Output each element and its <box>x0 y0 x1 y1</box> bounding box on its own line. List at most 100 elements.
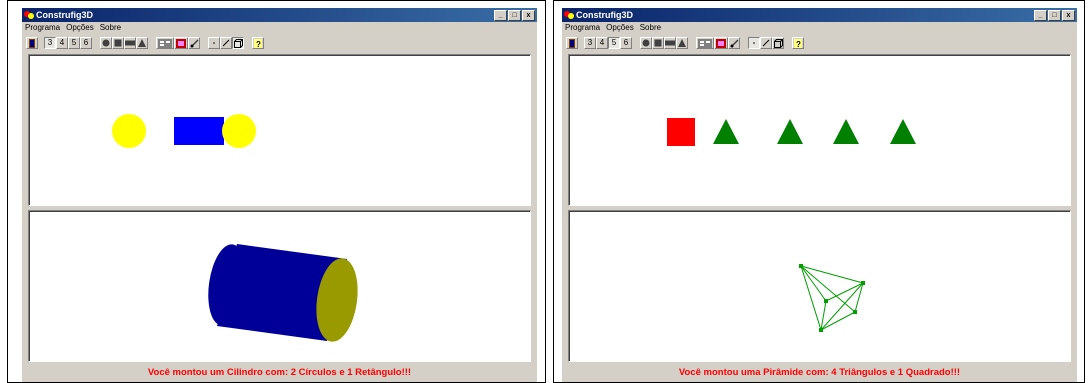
green-triangle[interactable] <box>777 119 803 144</box>
yellow-circle[interactable] <box>112 114 146 148</box>
line-view-button[interactable] <box>760 37 772 49</box>
help-button[interactable]: ? <box>252 37 264 49</box>
rectangle-shape-button[interactable] <box>664 37 676 49</box>
yellow-circle[interactable] <box>222 114 256 148</box>
cube-icon <box>233 38 243 48</box>
door-icon <box>569 38 575 48</box>
triangle-icon <box>678 39 686 47</box>
shapes-panel <box>568 54 1071 206</box>
model-canvas[interactable] <box>29 211 521 361</box>
status-message: Você montou uma Pirâmide com: 4 Triângul… <box>678 367 961 378</box>
cylinder-model <box>208 244 358 342</box>
green-triangle[interactable] <box>890 119 916 144</box>
green-triangle[interactable] <box>713 119 739 144</box>
color-tool-button[interactable] <box>714 37 728 49</box>
menu-opcoes[interactable]: Opções <box>66 22 94 34</box>
triangle-shape-button[interactable] <box>676 37 688 49</box>
cube-icon <box>773 38 783 48</box>
square-icon <box>654 39 662 47</box>
menu-programa[interactable]: Programa <box>25 22 60 34</box>
brush-icon <box>189 38 199 48</box>
blue-rectangle[interactable] <box>174 117 224 145</box>
rectangle-shape-button[interactable] <box>124 37 136 49</box>
svg-text:?: ? <box>256 40 261 48</box>
help-icon: ? <box>254 38 262 48</box>
app-icon <box>564 11 574 19</box>
shapes-canvas[interactable] <box>569 55 1061 205</box>
pyramid-wireframe <box>800 265 864 331</box>
menu-opcoes[interactable]: Opções <box>606 22 634 34</box>
menu-sobre[interactable]: Sobre <box>100 22 121 34</box>
minimize-button[interactable]: _ <box>1034 10 1047 21</box>
line-icon <box>762 39 770 47</box>
sides-3-button[interactable]: 3 <box>44 37 56 49</box>
svg-text:?: ? <box>796 40 801 48</box>
point-view-button[interactable] <box>748 37 760 49</box>
window-title: Construfig3D <box>36 10 93 20</box>
rectangle-icon <box>665 40 675 46</box>
menu-sobre[interactable]: Sobre <box>640 22 661 34</box>
exit-button[interactable] <box>26 37 38 49</box>
app-window-left: Construfig3D _ □ x Programa Opções Sobre… <box>21 7 537 382</box>
sides-6-button[interactable]: 6 <box>80 37 92 49</box>
circle-icon <box>102 39 110 47</box>
close-button[interactable]: x <box>522 10 535 21</box>
green-triangle[interactable] <box>833 119 859 144</box>
solid-view-button[interactable] <box>232 37 244 49</box>
square-icon <box>114 39 122 47</box>
grid-tool-button[interactable] <box>156 37 174 49</box>
status-message: Você montou um Cilindro com: 2 Círculos … <box>147 367 412 378</box>
brush-tool-button[interactable] <box>728 37 740 49</box>
door-icon <box>29 38 35 48</box>
circle-shape-button[interactable] <box>100 37 112 49</box>
window-title: Construfig3D <box>576 10 633 20</box>
maximize-button[interactable]: □ <box>1048 10 1061 21</box>
app-icon <box>24 11 34 19</box>
help-icon: ? <box>794 38 802 48</box>
sides-5-button[interactable]: 5 <box>68 37 80 49</box>
title-bar[interactable]: Construfig3D _ □ x <box>562 8 1077 22</box>
rectangle-icon <box>125 40 135 46</box>
sides-5-button[interactable]: 5 <box>608 37 620 49</box>
line-icon <box>222 39 230 47</box>
triangle-icon <box>138 39 146 47</box>
red-square[interactable] <box>667 118 695 146</box>
line-view-button[interactable] <box>220 37 232 49</box>
sides-6-button[interactable]: 6 <box>620 37 632 49</box>
circle-shape-button[interactable] <box>640 37 652 49</box>
help-button[interactable]: ? <box>792 37 804 49</box>
menu-bar: Programa Opções Sobre <box>22 22 537 34</box>
shapes-canvas[interactable] <box>29 55 521 205</box>
app-window-right: Construfig3D _ □ x Programa Opções Sobre… <box>561 7 1077 382</box>
shapes-panel <box>28 54 531 206</box>
point-view-button[interactable] <box>208 37 220 49</box>
palette-icon <box>716 38 726 48</box>
maximize-button[interactable]: □ <box>508 10 521 21</box>
screenshot-left: Construfig3D _ □ x Programa Opções Sobre… <box>7 0 546 383</box>
grid-tool-button[interactable] <box>696 37 714 49</box>
model-canvas[interactable] <box>569 211 1061 361</box>
minimize-button[interactable]: _ <box>494 10 507 21</box>
menu-programa[interactable]: Programa <box>565 22 600 34</box>
sides-4-button[interactable]: 4 <box>596 37 608 49</box>
menu-bar: Programa Opções Sobre <box>562 22 1077 34</box>
brush-icon <box>729 38 739 48</box>
grid-icon <box>158 38 172 48</box>
exit-button[interactable] <box>566 37 578 49</box>
sides-3-button[interactable]: 3 <box>584 37 596 49</box>
sides-4-button[interactable]: 4 <box>56 37 68 49</box>
model-3d-panel <box>568 210 1071 362</box>
color-tool-button[interactable] <box>174 37 188 49</box>
circle-icon <box>642 39 650 47</box>
grid-icon <box>698 38 712 48</box>
square-shape-button[interactable] <box>652 37 664 49</box>
close-button[interactable]: x <box>1062 10 1075 21</box>
title-bar[interactable]: Construfig3D _ □ x <box>22 8 537 22</box>
square-shape-button[interactable] <box>112 37 124 49</box>
palette-icon <box>176 38 186 48</box>
screenshot-right: Construfig3D _ □ x Programa Opções Sobre… <box>553 0 1085 383</box>
solid-view-button[interactable] <box>772 37 784 49</box>
brush-tool-button[interactable] <box>188 37 200 49</box>
triangle-shape-button[interactable] <box>136 37 148 49</box>
toolbar: 3 4 5 6 ? <box>562 34 1077 52</box>
